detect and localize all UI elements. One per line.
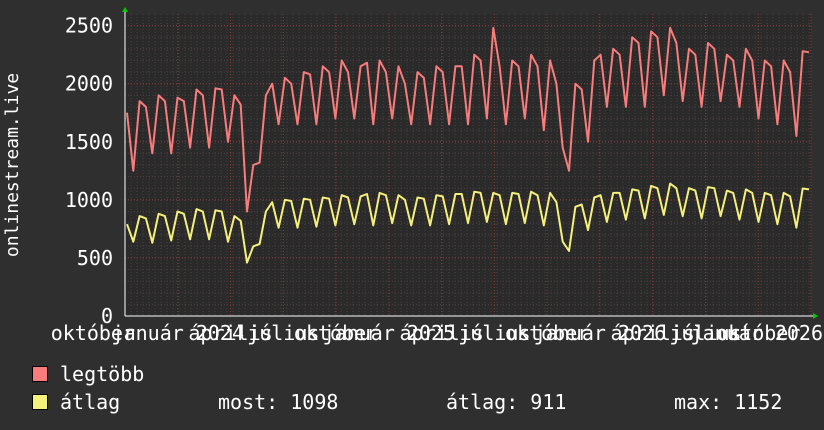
- graph-panel: 0 500 1000 1500 2000 2500 október január 2024 á…: [0, 0, 824, 430]
- legend-label-max: legtöbb: [60, 362, 145, 386]
- legend-label-avg: átlag: [60, 390, 121, 414]
- y-axis-arrow: [122, 7, 128, 12]
- legend-swatch-max: [32, 366, 48, 382]
- legend-swatch-avg: [32, 394, 48, 410]
- x-tick-labels: októberjanuár 2024áprilisjúliusoktóberja…: [51, 321, 823, 345]
- legend-item-max: legtöbb: [32, 362, 144, 386]
- stat-current: most: 1098: [218, 390, 339, 414]
- stat-maximum: max: 1152: [674, 390, 783, 414]
- x-axis-arrow: [813, 313, 818, 319]
- y-tick-label: 2000: [65, 72, 113, 96]
- y-tick-label: 1500: [65, 130, 113, 154]
- y-tick-labels: 05001000150020002500: [65, 14, 113, 328]
- y-tick-label: 1000: [65, 188, 113, 212]
- y-tick-label: 500: [77, 246, 113, 270]
- line-chart: 05001000150020002500 októberjanuár 2024á…: [2, 7, 823, 345]
- y-axis-label: onlinestream.live: [2, 73, 23, 257]
- legend-item-avg: átlag: [32, 390, 120, 414]
- stat-average: átlag: 911: [446, 390, 567, 414]
- y-tick-label: 2500: [65, 14, 113, 38]
- x-tick-label: január 2026: [691, 321, 823, 345]
